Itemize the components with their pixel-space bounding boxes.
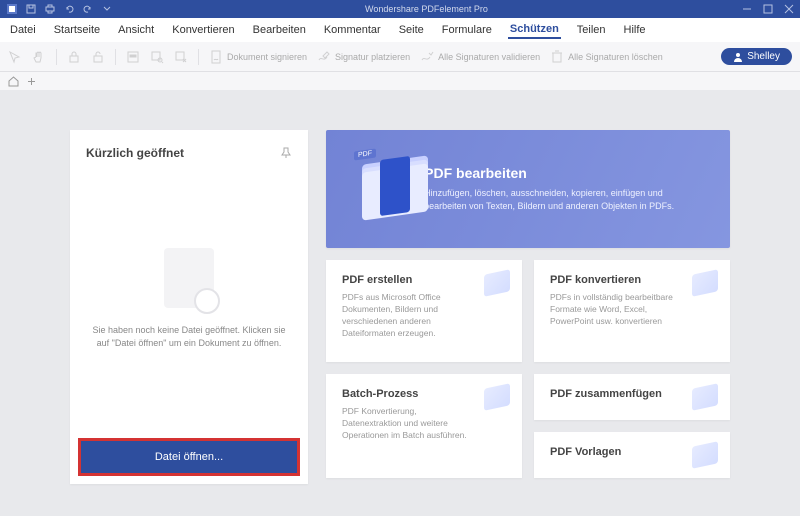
- create-icon: [484, 269, 510, 297]
- close-icon[interactable]: [783, 4, 794, 15]
- app-logo-icon: [6, 4, 17, 15]
- hero-title: PDF bearbeiten: [424, 165, 704, 181]
- menu-hilfe[interactable]: Hilfe: [622, 22, 648, 38]
- content-area: Kürzlich geöffnet Sie haben noch keine D…: [0, 90, 800, 504]
- unlock-icon[interactable]: [91, 50, 105, 64]
- redact-search-icon[interactable]: [150, 50, 164, 64]
- recent-panel: Kürzlich geöffnet Sie haben noch keine D…: [70, 130, 308, 484]
- convert-icon: [692, 269, 718, 297]
- save-icon[interactable]: [25, 4, 36, 15]
- print-icon[interactable]: [44, 4, 55, 15]
- user-button[interactable]: Shelley: [721, 48, 792, 65]
- menu-datei[interactable]: Datei: [8, 22, 38, 38]
- templates-icon: [692, 441, 718, 469]
- dropdown-icon[interactable]: [101, 4, 112, 15]
- menu-ansicht[interactable]: Ansicht: [116, 22, 156, 38]
- actions-panel: PDF PDF bearbeiten Hinzufügen, löschen, …: [326, 130, 730, 484]
- menu-kommentar[interactable]: Kommentar: [322, 22, 383, 38]
- delete-signatures-action[interactable]: Alle Signaturen löschen: [550, 50, 663, 64]
- minimize-icon[interactable]: [741, 4, 752, 15]
- signature-delete-icon: [550, 50, 564, 64]
- lock-icon[interactable]: [67, 50, 81, 64]
- redact-apply-icon[interactable]: [174, 50, 188, 64]
- sign-document-action[interactable]: Dokument signieren: [209, 50, 307, 64]
- document-sign-icon: [209, 50, 223, 64]
- edit-pdf-hero[interactable]: PDF PDF bearbeiten Hinzufügen, löschen, …: [326, 130, 730, 248]
- menu-bearbeiten[interactable]: Bearbeiten: [251, 22, 308, 38]
- hero-desc: Hinzufügen, löschen, ausschneiden, kopie…: [424, 187, 704, 213]
- empty-file-icon: [164, 248, 214, 308]
- place-signature-action[interactable]: Signatur platzieren: [317, 50, 410, 64]
- merge-icon: [692, 383, 718, 411]
- batch-icon: [484, 383, 510, 411]
- recent-title: Kürzlich geöffnet: [86, 146, 184, 160]
- validate-signatures-action[interactable]: Alle Signaturen validieren: [420, 50, 540, 64]
- empty-text: Sie haben noch keine Datei geöffnet. Kli…: [92, 324, 286, 349]
- signature-validate-icon: [420, 50, 434, 64]
- tabbar: [0, 72, 800, 90]
- redo-icon[interactable]: [82, 4, 93, 15]
- pdf-stack-icon: PDF: [352, 150, 402, 228]
- templates-card[interactable]: PDF Vorlagen: [534, 432, 730, 478]
- undo-icon[interactable]: [63, 4, 74, 15]
- menu-formulare[interactable]: Formulare: [440, 22, 494, 38]
- menubar: Datei Startseite Ansicht Konvertieren Be…: [0, 18, 800, 42]
- toolbar: Dokument signieren Signatur platzieren A…: [0, 42, 800, 72]
- menu-konvertieren[interactable]: Konvertieren: [170, 22, 236, 38]
- create-pdf-card[interactable]: PDF erstellen PDFs aus Microsoft Office …: [326, 260, 522, 362]
- maximize-icon[interactable]: [762, 4, 773, 15]
- menu-seite[interactable]: Seite: [397, 22, 426, 38]
- home-icon[interactable]: [8, 76, 19, 87]
- signature-place-icon: [317, 50, 331, 64]
- redact-icon[interactable]: [126, 50, 140, 64]
- app-title: Wondershare PDFelement Pro: [112, 4, 741, 14]
- merge-pdf-card[interactable]: PDF zusammenfügen: [534, 374, 730, 420]
- user-icon: [733, 52, 743, 62]
- menu-startseite[interactable]: Startseite: [52, 22, 102, 38]
- batch-process-card[interactable]: Batch-Prozess PDF Konvertierung, Datenex…: [326, 374, 522, 478]
- menu-schuetzen[interactable]: Schützen: [508, 21, 561, 39]
- titlebar: Wondershare PDFelement Pro: [0, 0, 800, 18]
- select-tool-icon[interactable]: [8, 50, 22, 64]
- new-tab-icon[interactable]: [27, 77, 36, 86]
- convert-pdf-card[interactable]: PDF konvertieren PDFs in vollständig bea…: [534, 260, 730, 362]
- menu-teilen[interactable]: Teilen: [575, 22, 608, 38]
- pin-icon[interactable]: [280, 147, 292, 159]
- open-file-button[interactable]: Datei öffnen...: [78, 438, 300, 476]
- hand-tool-icon[interactable]: [32, 50, 46, 64]
